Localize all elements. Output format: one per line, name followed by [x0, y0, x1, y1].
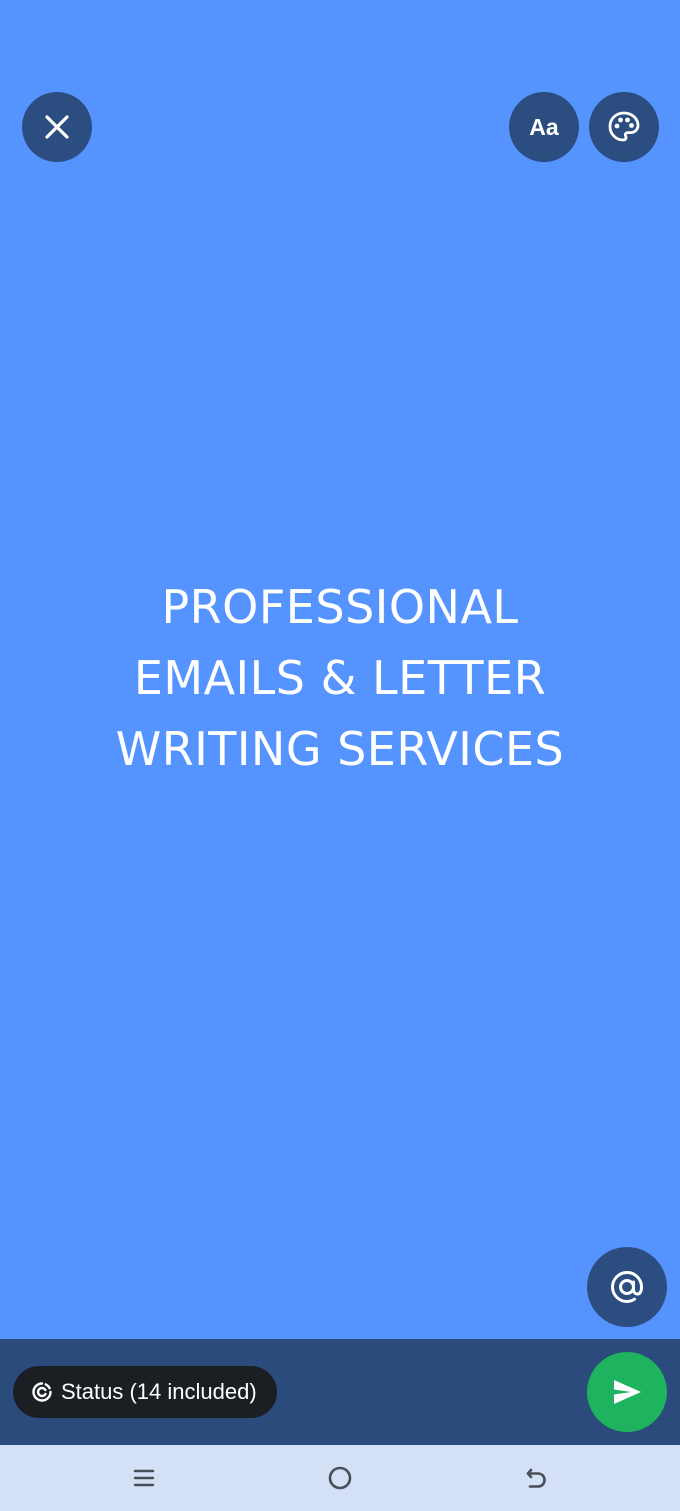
- home-button[interactable]: [320, 1458, 360, 1498]
- background-color-button[interactable]: [589, 92, 659, 162]
- status-composer-screen: Aa PROFESSIONAL EMAILS & LETTER WRITING …: [0, 0, 680, 1511]
- status-text-line: EMAILS & LETTER: [133, 651, 547, 705]
- system-navigation-bar: [0, 1445, 680, 1511]
- send-button[interactable]: [587, 1352, 667, 1432]
- mention-button[interactable]: [587, 1247, 667, 1327]
- send-icon: [614, 1380, 641, 1404]
- status-text-content[interactable]: PROFESSIONAL EMAILS & LETTER WRITING SER…: [0, 572, 680, 785]
- status-text-line: WRITING SERVICES: [115, 722, 565, 776]
- status-audience-label: Status (14 included): [61, 1379, 257, 1404]
- font-style-label: Aa: [529, 113, 559, 140]
- status-text-line: PROFESSIONAL: [161, 580, 519, 634]
- palette-icon: [608, 111, 640, 142]
- recents-icon: [133, 1469, 155, 1487]
- close-icon: [45, 115, 69, 139]
- bottom-bar: Status (14 included): [0, 1339, 680, 1445]
- font-style-button[interactable]: Aa: [509, 92, 579, 162]
- recents-button[interactable]: [124, 1458, 164, 1498]
- status-ring-icon: [32, 1382, 52, 1402]
- home-icon: [328, 1466, 352, 1490]
- back-button[interactable]: [516, 1458, 556, 1498]
- back-icon: [526, 1468, 546, 1488]
- close-button[interactable]: [22, 92, 92, 162]
- status-audience-chip[interactable]: Status (14 included): [13, 1366, 277, 1418]
- at-sign-icon: [610, 1270, 644, 1304]
